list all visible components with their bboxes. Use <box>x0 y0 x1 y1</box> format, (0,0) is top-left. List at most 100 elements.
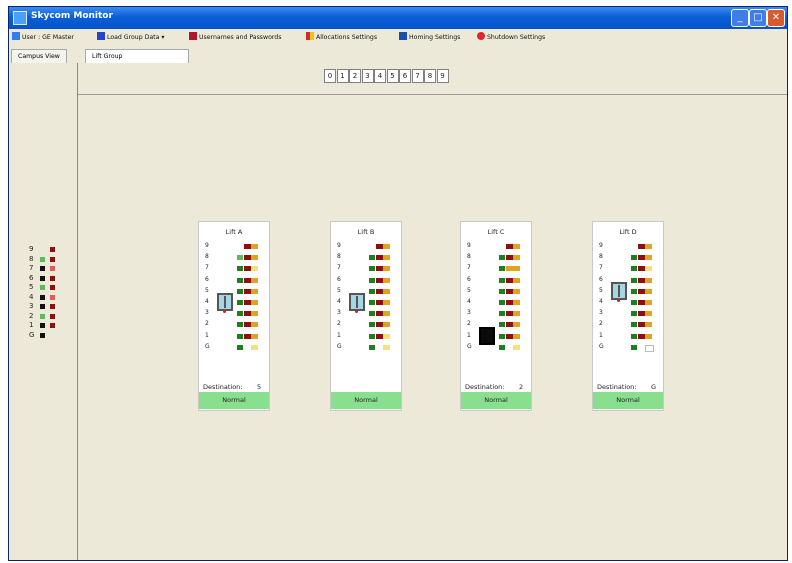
floor-label: 4 <box>337 298 341 305</box>
floor-label: 6 <box>599 275 603 283</box>
floor-indicator <box>244 277 251 283</box>
maximize-button[interactable]: □ <box>749 9 767 27</box>
menu-allocations-label: Allocations Settings <box>316 34 378 41</box>
floor-button-3[interactable]: 3 <box>361 69 374 83</box>
floor-indicator <box>376 288 383 294</box>
floor-button-9[interactable]: 9 <box>436 69 449 83</box>
floor-indicator <box>376 333 383 339</box>
floor-indicator <box>638 311 645 317</box>
menu-user[interactable]: User : GE Master <box>12 32 74 44</box>
floor-indicator <box>645 277 652 283</box>
floor-label: 5 <box>467 286 471 294</box>
floor-indicator <box>506 311 513 317</box>
lift-a-status-badge: Normal <box>199 392 269 409</box>
car-door-icon <box>618 284 620 297</box>
lift-b-panel: Lift B 9 8 7 6 5 4 3 2 1 G Normal <box>330 221 402 411</box>
floor-button-2[interactable]: 2 <box>349 69 361 83</box>
floor-label: 7 <box>467 264 471 272</box>
floor-button-0[interactable]: 0 <box>324 69 336 83</box>
floor-indicator <box>383 322 390 328</box>
floor-indicator <box>244 300 251 305</box>
floor-button-6[interactable]: 6 <box>399 69 411 83</box>
floor-indicator <box>251 288 258 294</box>
floor-indicator <box>369 277 375 283</box>
floor-indicator <box>369 333 375 339</box>
floor-indicator <box>237 277 243 283</box>
floor-indicator <box>645 266 652 272</box>
floor-label: 1 <box>599 331 603 339</box>
tab-strip: Campus View Lift Group <box>9 47 787 64</box>
floor-label: 1 <box>467 331 471 339</box>
floor-indicator <box>383 266 390 272</box>
floor-indicator <box>513 300 520 305</box>
overview-floor-label: 6 <box>29 273 34 282</box>
floor-button-8[interactable]: 8 <box>424 69 436 83</box>
floor-label: G <box>599 342 604 350</box>
floor-indicator <box>383 333 390 339</box>
overview-status-indicator <box>50 247 55 252</box>
floor-selector-bar: 0123456789 <box>78 63 787 95</box>
floor-indicator <box>499 288 505 294</box>
lift-a-car-icon[interactable] <box>217 293 233 311</box>
close-button[interactable]: ✕ <box>767 9 785 27</box>
floor-label: 7 <box>599 264 603 272</box>
overview-status-indicator <box>50 275 55 281</box>
floor-indicator <box>376 277 383 283</box>
overview-floor-label: 2 <box>29 311 34 320</box>
floor-indicator <box>251 244 258 249</box>
floor-button-4[interactable]: 4 <box>374 69 386 83</box>
menu-shutdown-settings[interactable]: Shutdown Settings <box>477 32 545 44</box>
tab-campus-view[interactable]: Campus View <box>11 49 67 64</box>
overview-status-indicator <box>50 304 55 309</box>
floor-indicator <box>369 300 375 305</box>
floor-indicator <box>383 277 390 283</box>
shutdown-icon <box>477 32 485 40</box>
overview-status-indicator <box>50 266 55 271</box>
floor-indicator <box>251 311 258 317</box>
lift-d-car-icon[interactable] <box>611 281 627 300</box>
floor-indicator <box>383 300 390 305</box>
overview-floor-label: G <box>29 330 35 339</box>
floor-indicator <box>513 244 520 249</box>
floor-indicator <box>383 344 390 350</box>
overview-call-indicator <box>40 313 45 319</box>
floor-label: G <box>467 342 472 350</box>
floor-button-5[interactable]: 5 <box>386 69 399 83</box>
floor-button-1[interactable]: 1 <box>336 69 349 83</box>
floor-label: G <box>337 342 342 350</box>
floor-indicator <box>645 300 652 305</box>
floor-indicator <box>383 255 390 261</box>
floor-label: 7 <box>205 264 209 272</box>
floor-indicator <box>638 244 645 249</box>
overview-floor-label: 9 <box>29 245 34 253</box>
floor-indicator <box>506 288 513 294</box>
floor-label: 2 <box>337 320 341 328</box>
lift-b-car-icon[interactable] <box>349 293 365 311</box>
floor-button-7[interactable]: 7 <box>411 69 424 83</box>
lift-c-car-icon[interactable] <box>479 326 495 345</box>
floor-label: 1 <box>337 331 341 339</box>
floor-indicator <box>631 311 637 317</box>
tab-lift-group[interactable]: Lift Group <box>85 49 189 64</box>
floor-indicator <box>376 300 383 305</box>
floor-indicator <box>244 255 251 261</box>
minimize-button[interactable]: _ <box>731 9 749 27</box>
menu-homing-settings[interactable]: Homing Settings <box>399 32 460 44</box>
floor-label: 5 <box>337 286 341 294</box>
overview-call-indicator <box>40 266 45 271</box>
menu-usernames-label: Usernames and Passwords <box>199 34 282 41</box>
overview-floor-label: 4 <box>29 292 34 301</box>
floor-indicator <box>513 344 520 350</box>
menu-usernames-passwords[interactable]: Usernames and Passwords <box>189 32 281 44</box>
title-bar: Skycom Monitor _ □ ✕ <box>9 7 787 29</box>
app-icon <box>13 11 27 25</box>
floor-indicator <box>513 288 520 294</box>
menu-allocations-settings[interactable]: Allocations Settings <box>306 32 377 44</box>
homing-icon <box>399 32 407 40</box>
menu-load-group-data[interactable]: Load Group Data ▾ <box>97 32 164 44</box>
floor-indicator <box>251 344 258 350</box>
floor-indicator <box>506 255 513 261</box>
floor-indicator <box>237 311 243 317</box>
overview-call-indicator <box>40 275 45 281</box>
floor-label: 5 <box>599 286 603 294</box>
